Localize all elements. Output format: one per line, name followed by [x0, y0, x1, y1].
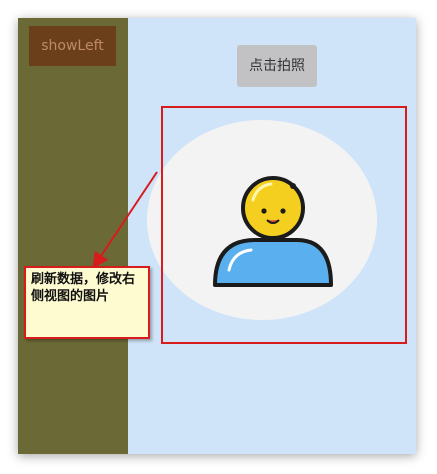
- show-left-button[interactable]: showLeft: [29, 26, 116, 66]
- annotation-highlight-box: [161, 106, 407, 344]
- take-photo-button[interactable]: 点击拍照: [237, 45, 317, 87]
- left-sidebar: showLeft: [18, 18, 128, 454]
- annotation-note: 刷新数据，修改右侧视图的图片: [24, 266, 150, 339]
